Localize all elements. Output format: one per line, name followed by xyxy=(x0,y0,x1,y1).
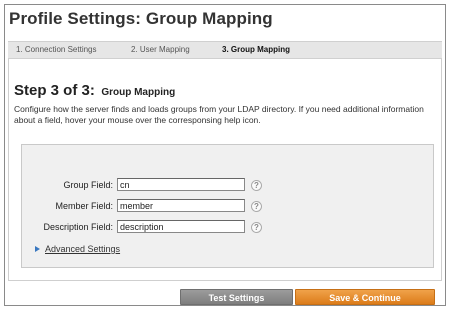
member-field-help-icon[interactable]: ? xyxy=(251,201,262,212)
member-field-input[interactable] xyxy=(117,199,245,212)
advanced-settings-label: Advanced Settings xyxy=(45,244,121,254)
page-title: Profile Settings: Group Mapping xyxy=(9,9,273,28)
tab-user-mapping[interactable]: 2. User Mapping xyxy=(131,45,190,54)
step-description: Configure how the server finds and loads… xyxy=(14,104,424,125)
advanced-settings-toggle[interactable]: Advanced Settings xyxy=(35,244,120,254)
description-field-label: Description Field: xyxy=(43,222,113,232)
wizard-tabs: 1. Connection Settings 2. User Mapping 3… xyxy=(8,41,442,59)
step-number: Step 3 of 3: xyxy=(14,82,95,99)
group-field-label: Group Field: xyxy=(63,180,113,190)
tab-group-mapping[interactable]: 3. Group Mapping xyxy=(222,45,290,54)
group-field-help-icon[interactable]: ? xyxy=(251,180,262,191)
expand-arrow-icon xyxy=(35,245,40,252)
member-field-label: Member Field: xyxy=(55,201,113,211)
step-name: Group Mapping xyxy=(101,87,176,98)
description-field-help-icon[interactable]: ? xyxy=(251,222,262,233)
step-heading: Step 3 of 3: Group Mapping xyxy=(14,82,175,100)
test-settings-button[interactable]: Test Settings xyxy=(180,289,293,305)
tab-connection-settings[interactable]: 1. Connection Settings xyxy=(16,45,97,54)
group-field-input[interactable] xyxy=(117,178,245,191)
description-field-input[interactable] xyxy=(117,220,245,233)
save-continue-button[interactable]: Save & Continue xyxy=(295,289,435,305)
